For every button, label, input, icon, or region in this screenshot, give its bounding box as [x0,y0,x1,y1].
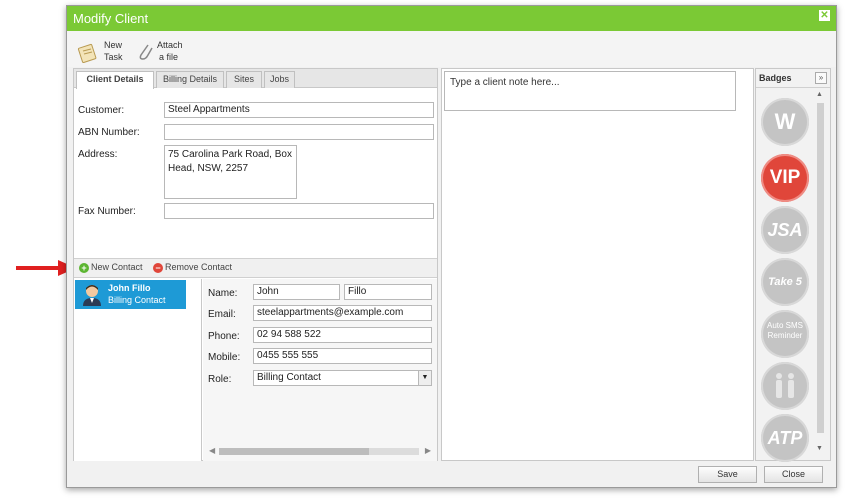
badge-people[interactable] [761,362,809,410]
contact-list: John Fillo Billing Contact [74,279,202,461]
contact-name: John Fillo [108,283,151,293]
new-task-label-2: Task [104,52,123,62]
email-label: Email: [208,309,236,320]
window-title: Modify Client [73,11,149,26]
name-label: Name: [208,288,238,299]
first-name-field[interactable]: John [253,284,340,300]
phone-field[interactable]: 02 94 588 522 [253,327,432,343]
chevron-down-icon: ▼ [418,371,431,385]
address-field[interactable]: 75 Carolina Park Road, Box Head, NSW, 22… [164,145,297,199]
close-button[interactable]: Close [764,466,823,483]
badges-header: Badges » [756,69,830,88]
badges-pane: Badges » W VIP JSA Take 5 Auto SMS Remin… [755,68,831,462]
email-field[interactable]: steelappartments@example.com [253,305,432,321]
address-line-1: 75 Carolina Park Road, Box [168,149,292,160]
remove-contact-button[interactable]: − Remove Contact [153,262,232,273]
new-task-button[interactable]: New Task [77,39,129,65]
expand-icon[interactable]: » [815,72,827,84]
notes-pane: Type a client note here... [441,68,754,461]
footer: Save Close [67,462,836,487]
role-select-value: Billing Contact [257,372,321,383]
scroll-left-icon[interactable]: ◀ [209,446,215,455]
badge-jsa[interactable]: JSA [761,206,809,254]
address-label: Address: [78,149,118,160]
badge-auto-sms-reminder[interactable]: Auto SMS Reminder [761,310,809,358]
customer-label: Customer: [78,105,125,116]
address-line-2: Head, NSW, 2257 [168,163,249,174]
badge-vip[interactable]: VIP [761,154,809,202]
contact-detail-form: Name: John Fillo Email: steelappartments… [203,279,437,461]
scroll-up-icon[interactable]: ▲ [816,91,823,98]
badges-title: Badges [759,73,792,83]
fax-field[interactable] [164,203,434,219]
toolbar: New Task Attach a file [67,31,836,67]
badge-take-5[interactable]: Take 5 [761,258,809,306]
scroll-right-icon[interactable]: ▶ [425,446,431,455]
attach-label-1: Attach [157,40,183,50]
remove-icon: − [153,263,163,273]
close-window-icon[interactable]: ✕ [819,10,830,21]
tab-sites[interactable]: Sites [226,71,262,88]
role-select[interactable]: Billing Contact ▼ [253,370,432,386]
tab-billing-details[interactable]: Billing Details [156,71,224,88]
notepad-icon [77,43,97,63]
new-contact-label: New Contact [91,262,143,272]
abn-field[interactable] [164,124,434,140]
badge-w[interactable]: W [761,98,809,146]
contact-role: Billing Contact [108,295,166,305]
client-note-input[interactable]: Type a client note here... [444,71,736,111]
scroll-thumb[interactable] [219,448,369,455]
vertical-scrollbar[interactable]: ▲ ▼ [815,91,825,455]
customer-field[interactable]: Steel Appartments [164,102,434,118]
mobile-label: Mobile: [208,352,241,363]
mobile-field[interactable]: 0455 555 555 [253,348,432,364]
contact-list-item[interactable]: John Fillo Billing Contact [75,280,186,309]
attach-file-button[interactable]: Attach a file [135,39,190,65]
horizontal-scrollbar[interactable]: ◀ ▶ [209,446,431,456]
contact-actions-bar: + New Contact − Remove Contact [74,258,437,278]
phone-label: Phone: [208,331,240,342]
attach-label-2: a file [159,52,179,62]
fax-label: Fax Number: [78,206,136,217]
badge-atp[interactable]: ATP [761,414,809,462]
scroll-down-icon[interactable]: ▼ [816,445,823,452]
save-button[interactable]: Save [698,466,757,483]
people-icon [776,373,794,398]
role-label: Role: [208,374,232,385]
new-contact-button[interactable]: + New Contact [79,262,143,273]
abn-label: ABN Number: [78,127,140,138]
new-task-label-1: New [104,40,123,50]
modify-client-dialog: Modify Client ✕ New Task Attach a file C… [66,5,837,488]
person-avatar-icon [83,285,101,306]
tab-bar: Client Details Billing Details Sites Job… [74,69,437,89]
tab-client-details[interactable]: Client Details [76,71,154,89]
title-bar: Modify Client ✕ [67,6,836,31]
scroll-thumb[interactable] [817,103,824,433]
client-pane: Client Details Billing Details Sites Job… [73,68,438,461]
last-name-field[interactable]: Fillo [344,284,432,300]
add-icon: + [79,263,89,273]
paperclip-icon [139,44,153,60]
remove-contact-label: Remove Contact [165,262,233,272]
tab-jobs[interactable]: Jobs [264,71,295,88]
